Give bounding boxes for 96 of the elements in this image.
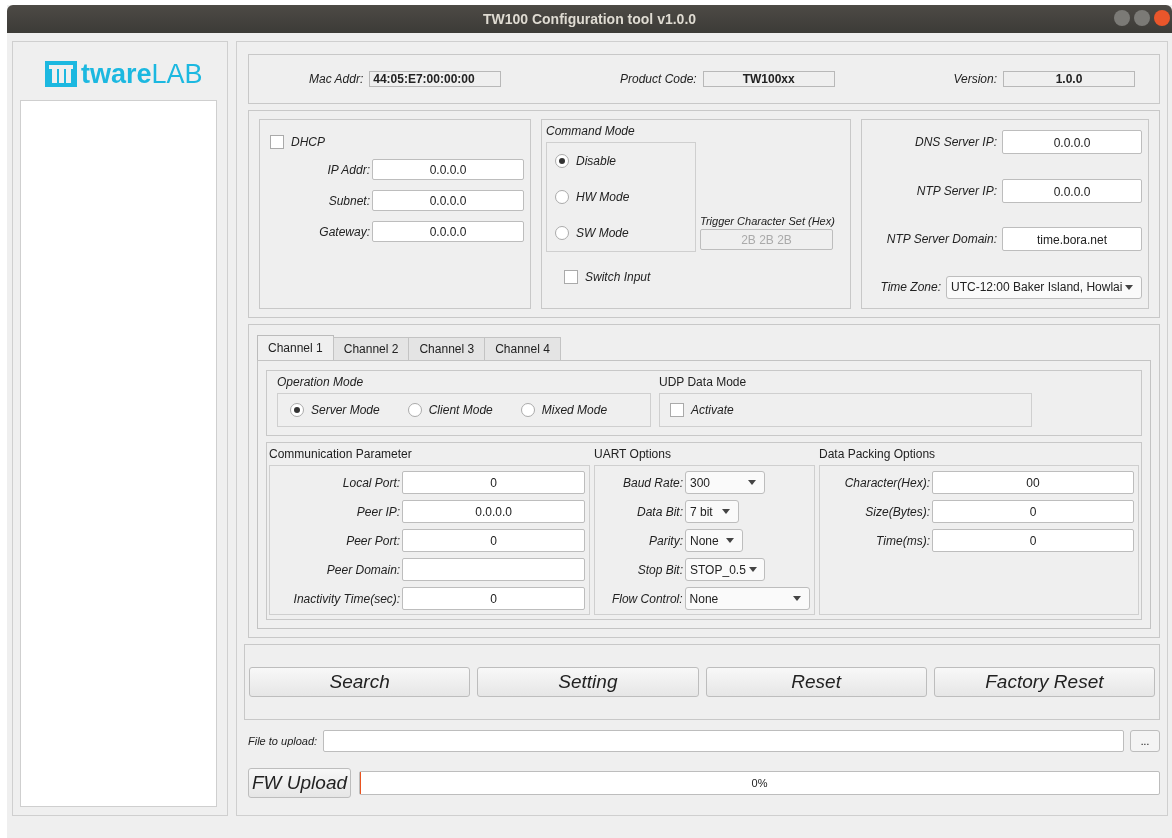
radio-label: Client Mode	[428, 403, 493, 417]
field-label: Time Zone:	[880, 280, 941, 295]
radio-label: HW Mode	[576, 190, 630, 204]
input-field[interactable]: 0	[932, 500, 1134, 523]
radio-button[interactable]	[555, 154, 569, 168]
field-label: Peer Port:	[345, 533, 401, 548]
dropdown[interactable]: 7 bit	[685, 500, 739, 523]
caret-icon	[726, 538, 734, 543]
dropdown[interactable]: None	[685, 529, 743, 552]
group-title: Command Mode	[546, 124, 636, 138]
input-field[interactable]: 0.0.0.0	[372, 221, 524, 242]
dropdown[interactable]: STOP_0.5	[685, 558, 765, 581]
field-label: IP Addr:	[326, 162, 370, 177]
radio-button[interactable]	[407, 403, 422, 417]
field-label: Character(Hex):	[843, 475, 930, 490]
channel-tab[interactable]: Channel 1	[257, 335, 334, 360]
checkbox-label: DHCP	[291, 135, 325, 149]
window-title: TW100 Configuration tool v1.0.0	[482, 11, 697, 27]
field-label: Version:	[953, 72, 997, 86]
radio-label: Server Mode	[311, 403, 380, 417]
readonly-field: 1.0.0	[1003, 71, 1135, 87]
checkbox[interactable]	[270, 135, 284, 149]
radio-button[interactable]	[555, 190, 569, 204]
file-path-field[interactable]	[323, 730, 1124, 752]
readonly-field: TW100xx	[702, 71, 835, 87]
maximize-button[interactable]	[1134, 10, 1150, 26]
field-label: File to upload:	[248, 735, 318, 747]
field-label: Local Port:	[341, 475, 401, 490]
checkbox[interactable]	[564, 270, 578, 284]
checkbox-label: Switch Input	[585, 270, 651, 284]
radio-label: Mixed Mode	[541, 403, 608, 417]
fw-upload-button[interactable]: FW Upload	[248, 768, 352, 798]
input-field[interactable]: 0	[402, 587, 585, 610]
input-field[interactable]: 0.0.0.0	[1002, 130, 1142, 154]
checkbox-label: Activate	[691, 403, 734, 417]
dropdown[interactable]: None	[684, 587, 810, 610]
channel-tab[interactable]: Channel 3	[408, 337, 486, 360]
logo-text: twareLAB	[81, 60, 203, 88]
checkbox[interactable]	[670, 403, 684, 417]
channel-tab[interactable]: Channel 2	[332, 337, 410, 360]
radio-button[interactable]	[520, 403, 535, 417]
group-title: UART Options	[594, 447, 672, 461]
action-button[interactable]: Setting	[477, 667, 699, 697]
input-field[interactable]: 0.0.0.0	[372, 190, 524, 211]
progress-text: 0%	[751, 777, 768, 789]
input-field[interactable]	[402, 558, 585, 581]
input-field[interactable]: 0	[932, 529, 1134, 552]
channel-tab[interactable]: Channel 4	[484, 337, 561, 360]
field-label: Time(ms):	[875, 533, 930, 548]
caret-icon	[748, 567, 757, 572]
group-title: Communication Parameter	[269, 447, 413, 461]
action-button[interactable]: Search	[249, 667, 471, 697]
readonly-field: 44:05:E7:00:00:00	[369, 71, 502, 87]
field-label: Data Bit:	[635, 504, 683, 519]
action-button[interactable]: Factory Reset	[933, 667, 1155, 697]
field-label: NTP Server IP:	[916, 183, 997, 198]
radio-label: SW Mode	[576, 226, 629, 240]
logo-icon	[45, 61, 77, 87]
caret-icon	[722, 509, 730, 514]
time-zone-dropdown[interactable]: UTC-12:00 Baker Island, Howlai	[946, 275, 1142, 299]
field-label: Subnet:	[327, 193, 370, 208]
minimize-button[interactable]	[1114, 10, 1130, 26]
group-title: Data Packing Options	[819, 447, 937, 461]
close-button[interactable]	[1154, 10, 1170, 26]
input-field[interactable]: 0.0.0.0	[402, 500, 585, 523]
field-label: Inactivity Time(sec):	[292, 591, 401, 606]
input-field[interactable]: time.bora.net	[1002, 227, 1142, 252]
field-label: Gateway:	[318, 224, 370, 239]
caret-icon	[1125, 284, 1134, 290]
input-field[interactable]: 00	[932, 471, 1134, 494]
group-title: UDP Data Mode	[659, 375, 748, 389]
input-field[interactable]: 0	[402, 529, 585, 552]
field-label: Peer Domain:	[325, 562, 401, 577]
input-field[interactable]: 0.0.0.0	[372, 159, 524, 180]
caret-icon	[748, 480, 756, 485]
field-label: Flow Control:	[610, 591, 683, 606]
radio-button[interactable]	[555, 226, 569, 240]
browse-button[interactable]: ...	[1130, 730, 1160, 752]
group-title: Operation Mode	[277, 375, 365, 389]
field-label: Product Code:	[619, 72, 697, 86]
input-field[interactable]: 0	[402, 471, 585, 494]
field-label: DNS Server IP:	[914, 135, 997, 149]
radio-button[interactable]	[290, 403, 304, 417]
dropdown[interactable]: 300	[685, 471, 765, 494]
caret-icon	[793, 596, 801, 601]
input-field[interactable]: 0.0.0.0	[1002, 178, 1142, 203]
field-label: Trigger Character Set (Hex)	[700, 215, 835, 227]
field-label: NTP Server Domain:	[886, 232, 997, 247]
radio-label: Disable	[576, 154, 617, 168]
field-label: Mac Addr:	[309, 72, 364, 86]
field-label: Parity:	[648, 533, 683, 548]
field-label: Size(Bytes):	[864, 504, 930, 519]
field-label: Peer IP:	[355, 504, 401, 519]
field-label: Baud Rate:	[621, 475, 683, 490]
field-label: Stop Bit:	[636, 562, 683, 577]
action-button[interactable]: Reset	[705, 667, 927, 697]
